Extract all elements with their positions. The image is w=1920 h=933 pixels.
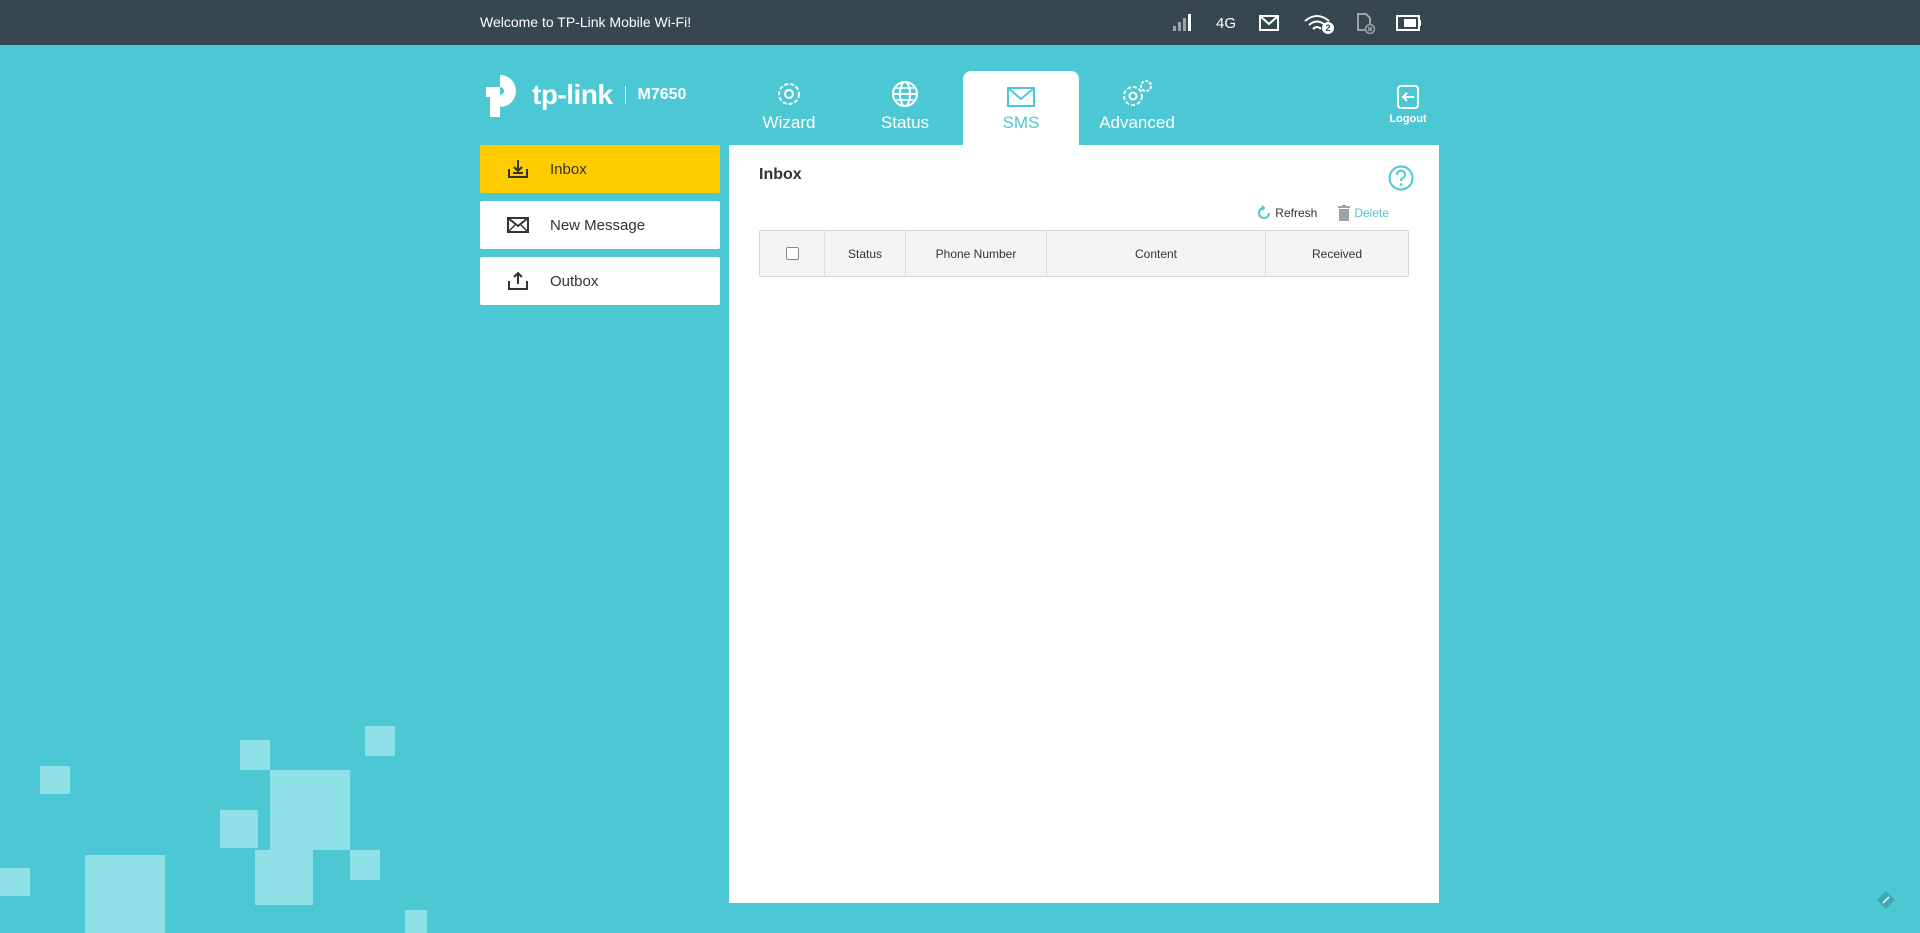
sidebar: Inbox New Message Outbox xyxy=(480,145,720,313)
delete-label: Delete xyxy=(1354,206,1389,220)
outbox-icon xyxy=(502,271,534,291)
inbox-icon xyxy=(502,159,534,179)
logo-text: tp-link xyxy=(532,79,613,110)
top-status-bar: Welcome to TP-Link Mobile Wi-Fi! 4G 2 xyxy=(0,0,1920,45)
globe-icon xyxy=(892,81,918,107)
trash-icon xyxy=(1338,205,1351,221)
envelope-icon xyxy=(502,217,534,233)
signal-icon xyxy=(1170,12,1192,34)
sidebar-item-outbox[interactable]: Outbox xyxy=(480,257,720,305)
sidebar-item-label: Outbox xyxy=(550,272,599,290)
logout-label: Logout xyxy=(1389,113,1427,125)
tab-wizard-label: Wizard xyxy=(762,113,816,132)
network-type: 4G xyxy=(1216,14,1237,32)
refresh-icon xyxy=(1258,205,1271,219)
main-nav: Wizard Status SMS Advanced xyxy=(731,71,1195,145)
refresh-label: Refresh xyxy=(1275,206,1318,220)
wifi-clients-badge: 2 xyxy=(1322,22,1335,34)
gear-icon xyxy=(778,83,800,105)
tab-advanced-label: Advanced xyxy=(1099,113,1175,132)
mail-icon[interactable] xyxy=(1256,12,1282,34)
tab-wizard[interactable]: Wizard xyxy=(731,71,847,145)
sidebar-item-label: New Message xyxy=(550,216,646,234)
status-icons: 4G 2 xyxy=(1170,10,1440,36)
select-all-cell xyxy=(760,231,825,276)
sidebar-item-inbox[interactable]: Inbox xyxy=(480,145,720,193)
tab-sms-label: SMS xyxy=(1002,113,1040,132)
tab-status-label: Status xyxy=(880,113,930,132)
wifi-icon[interactable]: 2 xyxy=(1300,12,1335,34)
sms-table-header: Status Phone Number Content Received xyxy=(759,230,1409,277)
column-phone-number[interactable]: Phone Number xyxy=(906,231,1047,276)
logout-icon xyxy=(1397,85,1419,109)
battery-icon xyxy=(1396,12,1422,34)
gears-icon xyxy=(1123,80,1152,106)
sidebar-item-label: Inbox xyxy=(550,160,587,178)
column-received[interactable]: Received xyxy=(1266,231,1408,276)
help-icon[interactable] xyxy=(1388,165,1414,191)
column-content[interactable]: Content xyxy=(1047,231,1266,276)
tab-sms[interactable]: SMS xyxy=(963,71,1079,145)
edit-icon[interactable] xyxy=(1876,890,1896,910)
inbox-panel: Inbox Refresh Delete Status Phone Number… xyxy=(729,145,1439,903)
select-all-checkbox[interactable] xyxy=(785,247,799,260)
welcome-text: Welcome to TP-Link Mobile Wi-Fi! xyxy=(480,14,692,30)
envelope-icon xyxy=(1007,87,1035,107)
sms-toolbar: Refresh Delete xyxy=(1236,205,1389,221)
sim-card-icon xyxy=(1352,12,1378,34)
logout-button[interactable]: Logout xyxy=(1389,84,1427,132)
logo-divider xyxy=(624,86,626,104)
page-title: Inbox xyxy=(759,166,802,183)
model-name: M7650 xyxy=(637,86,687,103)
tab-status[interactable]: Status xyxy=(847,71,963,145)
column-status[interactable]: Status xyxy=(825,231,906,276)
refresh-button[interactable]: Refresh xyxy=(1256,205,1317,221)
tab-advanced[interactable]: Advanced xyxy=(1079,71,1195,145)
tp-link-logo: tp-link M7650 xyxy=(480,70,700,120)
sidebar-item-new-message[interactable]: New Message xyxy=(480,201,720,249)
delete-button[interactable]: Delete xyxy=(1337,205,1389,221)
tp-link-logo-mark xyxy=(486,75,516,117)
